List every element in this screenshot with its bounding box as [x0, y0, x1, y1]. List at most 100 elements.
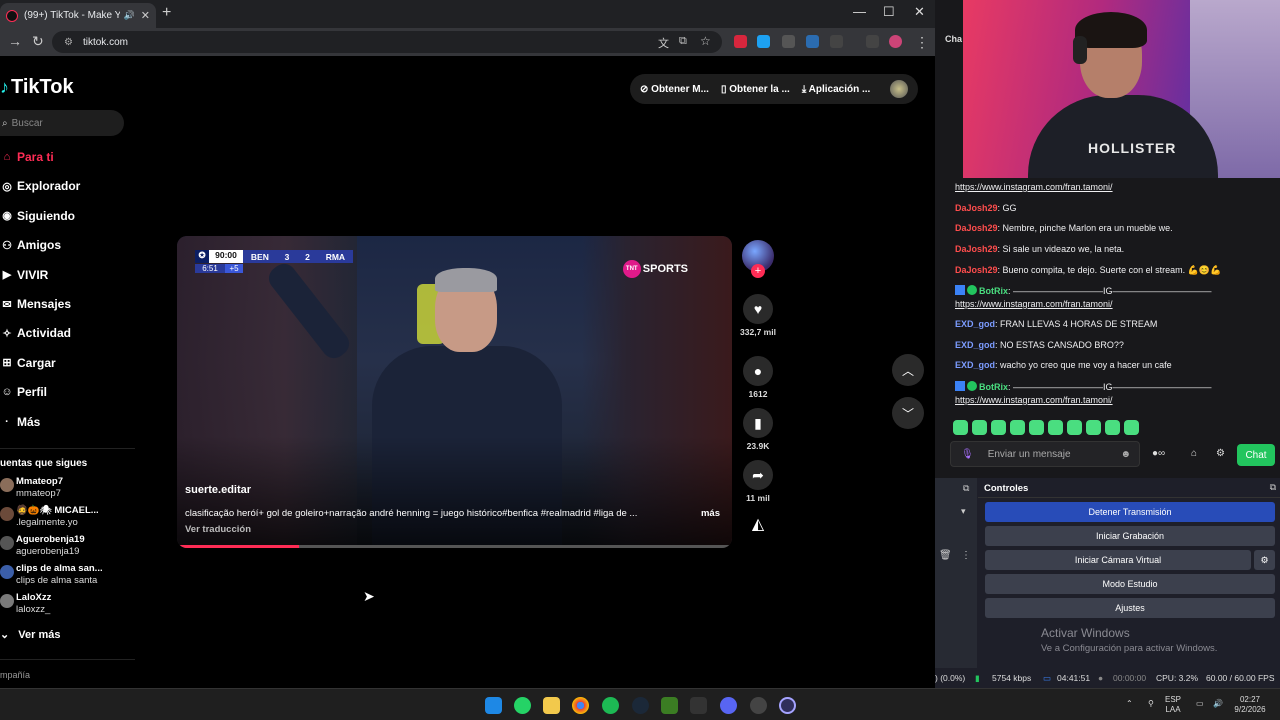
emoji-icon[interactable]: ☻	[1120, 449, 1131, 460]
chat-username[interactable]: DaJosh29	[955, 223, 998, 233]
video-author[interactable]: suerte.editar	[185, 484, 251, 496]
maximize-button[interactable]: ☐	[883, 4, 895, 20]
language-indicator[interactable]: ESP LAA	[1165, 695, 1181, 715]
video-player[interactable]: ✪ 90:00 BEN 3 2 RMA 6:51 +5 TNT SPORTS s…	[177, 236, 732, 548]
reading-list-icon[interactable]	[866, 35, 879, 48]
app-icon[interactable]	[750, 697, 767, 714]
sidebar-item-vivir[interactable]: ▶ VIVIR	[0, 268, 49, 282]
menu-kebab-icon[interactable]: ⋮	[915, 34, 929, 51]
translate-icon[interactable]: 文	[658, 35, 669, 51]
chrome-icon[interactable]	[572, 697, 589, 714]
emote-icon[interactable]	[972, 420, 987, 435]
volume-icon[interactable]: 🔊	[1213, 699, 1223, 709]
stop-stream-button[interactable]: Detener Transmisión	[985, 502, 1275, 522]
virtual-camera-settings-icon[interactable]: ⚙	[1254, 550, 1275, 570]
speaker-icon[interactable]: 🔊	[124, 10, 135, 21]
address-bar[interactable]: ⚙ tiktok.com	[52, 31, 722, 53]
minimize-button[interactable]: —	[853, 4, 866, 19]
epic-games-icon[interactable]	[690, 697, 707, 714]
desktop-app-button[interactable]: ⤓ Aplicación ...	[802, 84, 871, 95]
followed-account[interactable]: 🧔🎃🕷 MICAEL... .legalmente.yo	[0, 505, 130, 531]
cast-icon[interactable]: ⧉	[679, 35, 687, 48]
file-explorer-icon[interactable]	[543, 697, 560, 714]
chat-username[interactable]: BotRix	[979, 382, 1008, 392]
chat-link[interactable]: https://www.instagram.com/fran.tamoni/	[955, 182, 1113, 192]
chat-username[interactable]: DaJosh29	[955, 203, 998, 213]
profile-avatar-icon[interactable]	[889, 35, 902, 48]
follow-plus-icon[interactable]: +	[751, 264, 765, 278]
monitor-icon[interactable]: ▭	[1196, 699, 1204, 709]
network-icon[interactable]: ⚲	[1148, 699, 1154, 709]
microphone-icon[interactable]: 🎙	[961, 449, 974, 460]
chat-username[interactable]: BotRix	[979, 286, 1008, 296]
next-video-button[interactable]: ﹀	[892, 397, 924, 429]
chat-username[interactable]: DaJosh29	[955, 244, 998, 254]
start-recording-button[interactable]: Iniciar Grabación	[985, 526, 1275, 546]
close-window-button[interactable]: ✕	[914, 4, 925, 20]
discord-icon[interactable]	[720, 697, 737, 714]
followed-account[interactable]: Mmateop7 mmateop7	[0, 476, 130, 502]
search-input[interactable]: ⌕ Buscar	[0, 110, 124, 136]
sidebar-item-mensajes[interactable]: ✉ Mensajes	[0, 297, 71, 311]
start-menu-icon[interactable]	[485, 697, 502, 714]
previous-video-button[interactable]: ︿	[892, 354, 924, 386]
points-icon[interactable]: ●∞	[1152, 448, 1165, 459]
emote-icon[interactable]	[1067, 420, 1082, 435]
video-progress-bar[interactable]	[177, 545, 732, 548]
see-more-link[interactable]: ⌄ Ver más	[0, 628, 60, 641]
emote-icon[interactable]	[1086, 420, 1101, 435]
sidebar-item-siguiendo[interactable]: ◉ Siguiendo	[0, 209, 75, 223]
sidebar-item-más[interactable]: · Más	[0, 415, 40, 429]
studio-mode-button[interactable]: Modo Estudio	[985, 574, 1275, 594]
tray-chevron-icon[interactable]: ⌃	[1126, 699, 1133, 709]
extension-icon[interactable]	[757, 35, 770, 48]
emote-icon[interactable]	[1029, 420, 1044, 435]
settings-button[interactable]: Ajustes	[985, 598, 1275, 618]
sidebar-item-actividad[interactable]: ✧ Actividad	[0, 326, 71, 340]
save-button[interactable]: ▮ 23.9K	[740, 408, 776, 451]
extensions-puzzle-icon[interactable]	[830, 35, 843, 48]
clock[interactable]: 02:27 9/2/2026	[1228, 695, 1272, 715]
description-more-button[interactable]: más	[701, 508, 720, 519]
dock-popout-icon[interactable]: ⧉	[963, 483, 969, 494]
whatsapp-icon[interactable]	[514, 697, 531, 714]
translate-link[interactable]: Ver traducción	[185, 524, 251, 535]
chat-link[interactable]: https://www.instagram.com/fran.tamoni/	[955, 395, 1113, 405]
user-avatar[interactable]	[890, 80, 908, 98]
emote-icon[interactable]	[953, 420, 968, 435]
trash-icon[interactable]: 🗑	[939, 550, 952, 561]
close-tab-icon[interactable]: ✕	[141, 9, 150, 22]
dropdown-icon[interactable]: ▾	[961, 506, 966, 517]
sidebar-item-perfil[interactable]: ☺ Perfil	[0, 385, 47, 399]
steam-icon[interactable]	[632, 697, 649, 714]
minecraft-icon[interactable]	[661, 697, 678, 714]
comment-button[interactable]: ● 1612	[740, 356, 776, 399]
share-button[interactable]: ➦ 11 mil	[740, 460, 776, 503]
dock-popout-icon[interactable]: ⧉	[1270, 482, 1276, 493]
reload-icon[interactable]: ↻	[32, 33, 44, 50]
chat-username[interactable]: EXD_god	[955, 360, 995, 370]
browser-tab[interactable]: (99+) TikTok - Make Your D 🔊 ✕	[0, 3, 156, 28]
emote-icon[interactable]	[1105, 420, 1120, 435]
chat-username[interactable]: EXD_god	[955, 340, 995, 350]
chat-send-button[interactable]: Chat	[1237, 444, 1275, 466]
emote-icon[interactable]	[1124, 420, 1139, 435]
settings-gear-icon[interactable]: ⚙	[1216, 448, 1225, 459]
emote-icon[interactable]	[991, 420, 1006, 435]
get-app-button[interactable]: ▯ Obtener la ...	[721, 84, 790, 95]
adblock-extension-icon[interactable]	[734, 35, 747, 48]
start-virtual-camera-button[interactable]: Iniciar Cámara Virtual	[985, 550, 1251, 570]
emote-icon[interactable]	[1010, 420, 1025, 435]
emote-icon[interactable]	[1048, 420, 1063, 435]
obs-icon[interactable]	[779, 697, 796, 714]
bookmark-star-icon[interactable]: ☆	[700, 34, 711, 48]
chat-link[interactable]: https://www.instagram.com/fran.tamoni/	[955, 299, 1113, 309]
company-link[interactable]: mpañía	[0, 670, 30, 680]
spotify-icon[interactable]	[602, 697, 619, 714]
tiktok-logo[interactable]: ♪ TikTok	[0, 76, 74, 99]
kebab-icon[interactable]: ⋮	[961, 550, 971, 561]
followed-account[interactable]: Aguerobenja19 aguerobenja19	[0, 534, 130, 560]
extension-icon[interactable]	[782, 35, 795, 48]
sound-disc-icon[interactable]: ◭	[740, 514, 776, 534]
gift-icon[interactable]: ⌂	[1191, 448, 1197, 459]
